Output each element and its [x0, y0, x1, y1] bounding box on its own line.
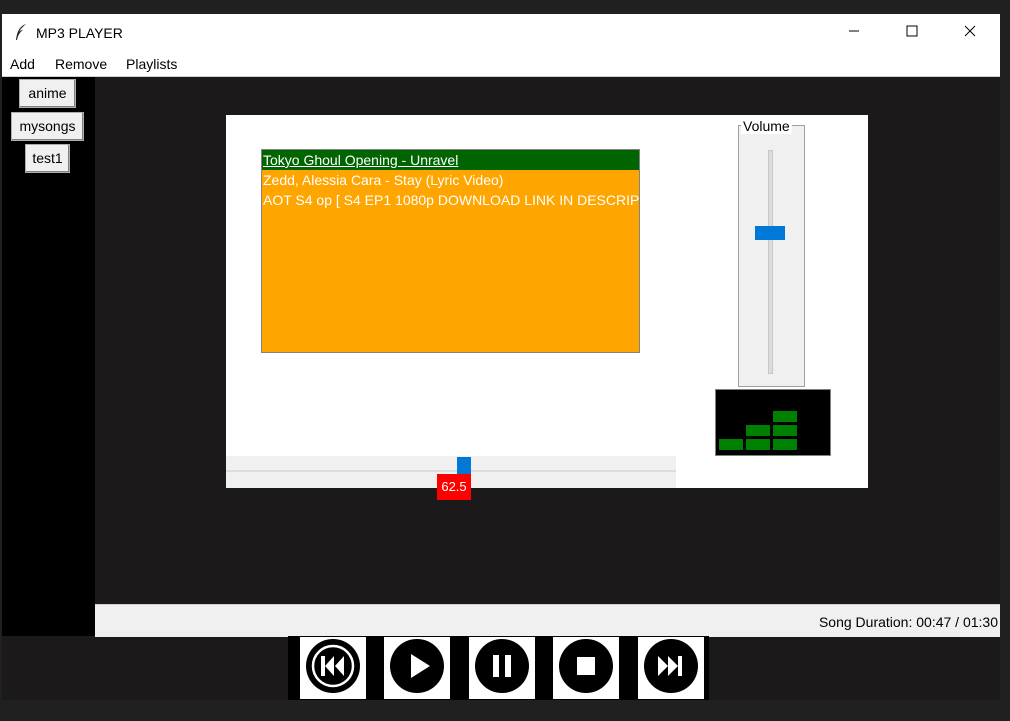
equalizer-display	[715, 389, 831, 456]
volume-slider-track[interactable]	[768, 150, 773, 374]
playlist-button-test1[interactable]: test1	[25, 144, 70, 173]
song-duration-text: Song Duration: 00:47 / 01:30	[818, 614, 998, 630]
menu-remove[interactable]: Remove	[55, 56, 107, 72]
playback-controls	[288, 636, 709, 700]
list-item[interactable]: Zedd, Alessia Cara - Stay (Lyric Video)	[262, 170, 639, 190]
pause-button[interactable]	[469, 637, 535, 699]
volume-slider-thumb[interactable]	[755, 226, 785, 240]
title-bar: MP3 PLAYER	[2, 14, 1000, 52]
close-icon	[964, 24, 976, 42]
previous-button[interactable]	[300, 637, 366, 699]
playlist-button-anime[interactable]: anime	[19, 79, 76, 108]
window-title: MP3 PLAYER	[36, 25, 123, 41]
minimize-icon	[848, 24, 860, 42]
feather-icon	[14, 23, 28, 46]
list-item[interactable]: Tokyo Ghoul Opening - Unravel	[262, 150, 639, 170]
menu-bar: Add Remove Playlists	[2, 52, 1000, 77]
playlist-button-mysongs[interactable]: mysongs	[11, 112, 84, 141]
position-slider-track	[226, 470, 676, 472]
minimize-button[interactable]	[825, 14, 883, 52]
eq-bar-3-seg-3	[773, 411, 797, 422]
position-value: 62.5	[437, 474, 471, 500]
menu-add[interactable]: Add	[10, 56, 35, 72]
volume-label: Volume	[741, 118, 792, 134]
playlist-sidebar: anime mysongs test1	[2, 77, 95, 636]
play-button[interactable]	[384, 637, 450, 699]
previous-icon	[305, 638, 361, 699]
maximize-icon	[906, 24, 918, 42]
eq-bar-3-seg-1	[773, 439, 797, 450]
menu-playlists[interactable]: Playlists	[126, 56, 177, 72]
song-listbox[interactable]: Tokyo Ghoul Opening - Unravel Zedd, Ales…	[261, 149, 640, 353]
status-bar: Song Duration: 00:47 / 01:30	[95, 604, 1000, 637]
next-icon	[643, 638, 699, 699]
stop-icon	[558, 638, 614, 699]
app-window: MP3 PLAYER Add Remove Playlists anime my…	[2, 14, 1000, 700]
pause-icon	[474, 638, 530, 699]
maximize-button[interactable]	[883, 14, 941, 52]
eq-bar-3-seg-2	[773, 425, 797, 436]
eq-bar-2-seg-2	[746, 425, 770, 436]
stop-button[interactable]	[553, 637, 619, 699]
close-button[interactable]	[941, 14, 999, 52]
player-panel: Tokyo Ghoul Opening - Unravel Zedd, Ales…	[226, 115, 868, 488]
list-item[interactable]: AOT S4 op [ S4 EP1 1080p DOWNLOAD LINK I…	[262, 190, 639, 210]
eq-bar-2-seg-1	[746, 439, 770, 450]
next-button[interactable]	[638, 637, 704, 699]
play-icon	[389, 638, 445, 699]
eq-bar-1-seg-1	[719, 439, 743, 450]
